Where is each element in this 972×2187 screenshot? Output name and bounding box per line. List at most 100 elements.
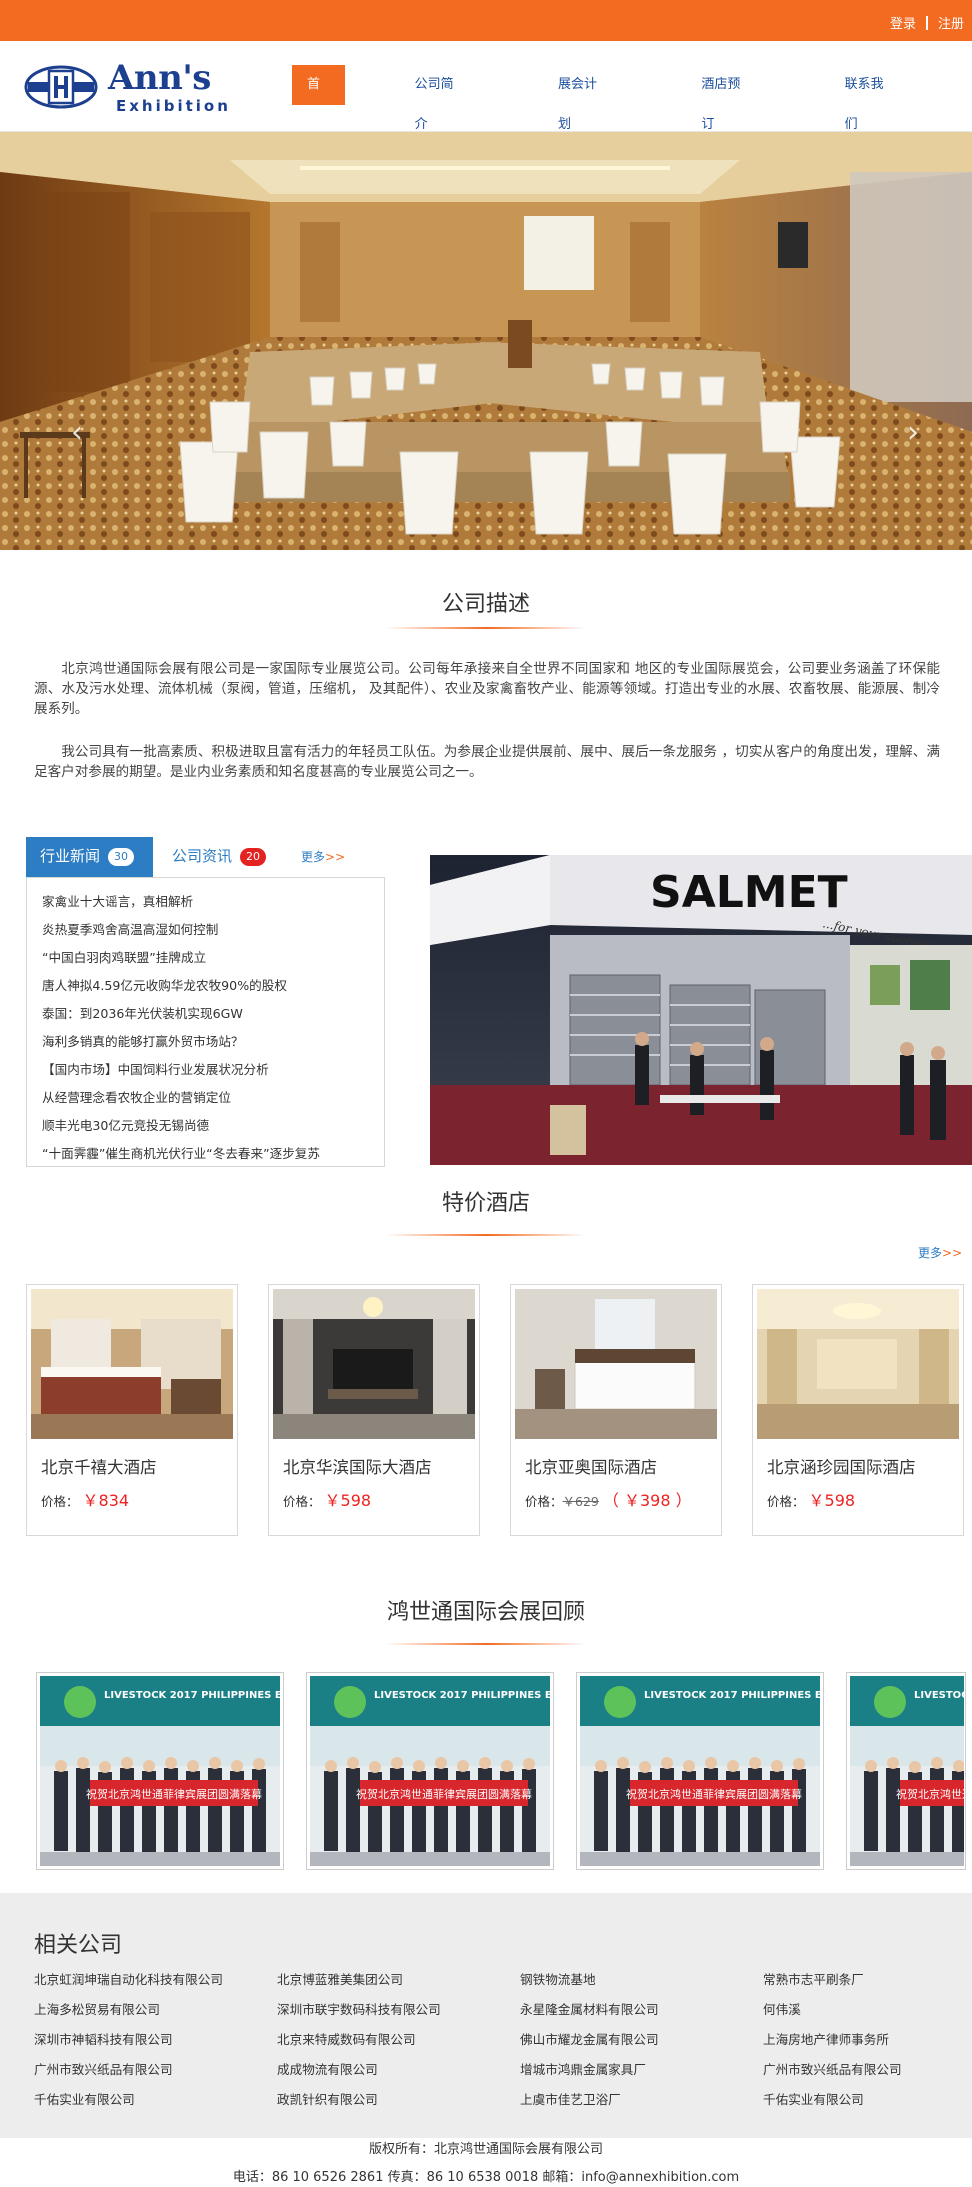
hotel-price-value: 598: [824, 1491, 856, 1510]
tab-company-news[interactable]: 公司资讯 20: [172, 837, 267, 877]
related-company-link[interactable]: 广州市致兴纸品有限公司: [34, 2055, 223, 2085]
related-company-link[interactable]: 深圳市联宇数码科技有限公司: [277, 1995, 441, 2025]
expo-photo-image: SALMET ...for your success: [430, 855, 972, 1165]
hotel-photo: [515, 1289, 717, 1439]
review-group-banner: 祝贺北京鸿世通菲律宾展团圆满落幕: [86, 1787, 262, 1801]
hotel-price: 价格： ￥598: [283, 1487, 371, 1511]
hotel-card[interactable]: 北京华滨国际大酒店 价格： ￥598: [268, 1284, 480, 1536]
review-title: 鸿世通国际会展回顾: [386, 1600, 585, 1625]
hotel-price-value: 398: [639, 1491, 671, 1510]
related-company-link[interactable]: 千佑实业有限公司: [34, 2085, 223, 2115]
hotel-card[interactable]: 北京亚奥国际酒店 价格：￥629 （ ￥398 ）: [510, 1284, 722, 1536]
related-company-link[interactable]: 政凯针织有限公司: [277, 2085, 441, 2115]
news-item[interactable]: 家禽业十大谣言，真相解析: [42, 888, 384, 916]
nav-item[interactable]: 联系我们: [829, 65, 906, 132]
auth-links: 登录 注册: [890, 13, 964, 32]
related-company-link[interactable]: 北京来特威数码有限公司: [277, 2025, 441, 2055]
news-item[interactable]: 【国内市场】中国饲料行业发展状况分析: [42, 1056, 384, 1084]
news-item[interactable]: 炎热夏季鸡舍高温高湿如何控制: [42, 916, 384, 944]
hotel-price-value: 598: [340, 1491, 372, 1510]
logo-subtitle: Exhibition: [116, 97, 231, 115]
review-banner-text: LIVESTOCK 2017 PHILIPPINES EXPO: [914, 1690, 964, 1701]
hotel-price-value: 834: [98, 1491, 130, 1510]
hotel-card[interactable]: 北京千禧大酒店 价格： ￥834: [26, 1284, 238, 1536]
review-title-underline: [386, 1643, 586, 1645]
logo-emblem-icon: [24, 65, 98, 109]
hotel-name: 北京亚奥国际酒店: [525, 1458, 657, 1477]
news-item[interactable]: 泰国：到2036年光伏装机实现6GW: [42, 1000, 384, 1028]
related-company-link[interactable]: 上虞市佳艺卫浴厂: [520, 2085, 659, 2115]
hotel-price-label: 价格：: [283, 1494, 321, 1509]
related-company-link[interactable]: 何伟溪: [763, 1995, 902, 2025]
hotel-photo: [757, 1289, 959, 1439]
related-company-link[interactable]: 增城市鸿鼎金属家具厂: [520, 2055, 659, 2085]
related-company-link[interactable]: 成成物流有限公司: [277, 2055, 441, 2085]
register-link[interactable]: 注册: [938, 13, 964, 32]
about-title: 公司描述: [441, 592, 530, 617]
news-item[interactable]: “十面霁霾”催生商机光伏行业“冬去春来”逐步复苏: [42, 1140, 384, 1168]
nav-item[interactable]: 展会计划: [542, 65, 619, 132]
hotel-price-currency: ￥: [82, 1491, 99, 1510]
related-title: 相关公司: [34, 1933, 123, 1958]
review-card[interactable]: LIVESTOCK 2017 PHILIPPINES EXPO 祝贺北京鸿世通菲律…: [846, 1672, 966, 1870]
related-company-link[interactable]: 钢铁物流基地: [520, 1965, 659, 1995]
hotel-photo: [273, 1289, 475, 1439]
related-companies: 相关公司 北京虹润坤瑞自动化科技有限公司 上海多松贸易有限公司 深圳市神韬科技有限公…: [0, 1893, 972, 2138]
hero-next-arrow[interactable]: ›: [902, 418, 924, 448]
hotel-price-paren-close: ）: [670, 1491, 692, 1510]
review-photo: LIVESTOCK 2017 PHILIPPINES EXPO 祝贺北京鸿世通菲律…: [850, 1676, 964, 1866]
related-company-link[interactable]: 北京虹润坤瑞自动化科技有限公司: [34, 1965, 223, 1995]
auth-divider: [925, 15, 928, 30]
news-tabs: 行业新闻 30 公司资讯 20 更多>>: [26, 837, 386, 877]
logo-name: Ann's: [108, 58, 211, 98]
related-company-link[interactable]: 永星隆金属材料有限公司: [520, 1995, 659, 2025]
hero-prev-arrow[interactable]: ‹: [66, 418, 88, 448]
review-card[interactable]: LIVESTOCK 2017 PHILIPPINES EXPO 祝贺北京鸿世通菲律…: [36, 1672, 284, 1870]
related-company-link[interactable]: 千佑实业有限公司: [763, 2085, 902, 2115]
news-item[interactable]: 顺丰光电30亿元竞投无锡尚德: [42, 1112, 384, 1140]
hotel-price: 价格： ￥598: [767, 1487, 855, 1511]
related-company-link[interactable]: 佛山市耀龙金属有限公司: [520, 2025, 659, 2055]
related-company-link[interactable]: 上海房地产律师事务所: [763, 2025, 902, 2055]
news-item[interactable]: 唐人神拟4.59亿元收购华龙农牧90%的股权: [42, 972, 384, 1000]
footer-copyright: 版权所有：北京鸿世通国际会展有限公司: [368, 2142, 603, 2157]
review-banner-text: LIVESTOCK 2017 PHILIPPINES EXPO: [104, 1690, 280, 1701]
hotel-price: 价格： ￥834: [41, 1487, 129, 1511]
review-card[interactable]: LIVESTOCK 2017 PHILIPPINES EXPO 祝贺北京鸿世通菲律…: [576, 1672, 824, 1870]
related-company-link[interactable]: 广州市致兴纸品有限公司: [763, 2055, 902, 2085]
tab-company-news-count: 20: [240, 848, 267, 866]
about-title-underline: [386, 627, 586, 629]
tab-company-news-label: 公司资讯: [172, 847, 233, 865]
site-logo[interactable]: Ann's Exhibition: [24, 59, 254, 115]
tab-industry-news[interactable]: 行业新闻 30: [26, 837, 153, 877]
related-company-link[interactable]: 深圳市神韬科技有限公司: [34, 2025, 223, 2055]
hotel-price: 价格：￥629 （ ￥398 ）: [525, 1487, 692, 1511]
hotel-card[interactable]: 北京涵珍园国际酒店 价格： ￥598: [752, 1284, 964, 1536]
news-more-label: 更多: [301, 850, 326, 864]
news-item[interactable]: 海利多销真的能够打赢外贸市场站？: [42, 1028, 384, 1056]
review-card[interactable]: LIVESTOCK 2017 PHILIPPINES EXPO 祝贺北京鸿世通菲律…: [306, 1672, 554, 1870]
nav-item[interactable]: 公司简介: [399, 65, 476, 132]
news-list: 家禽业十大谣言，真相解析 炎热夏季鸡舍高温高湿如何控制 “中国白羽肉鸡联盟”挂牌成立…: [27, 878, 384, 1168]
related-column: 北京虹润坤瑞自动化科技有限公司 上海多松贸易有限公司 深圳市神韬科技有限公司 广州市致…: [34, 1965, 223, 2115]
main-nav: 首页 公司简介 展会计划 酒店预订 联系我们: [292, 65, 972, 132]
site-header: Ann's Exhibition 首页 公司简介 展会计划 酒店预订 联系我们: [0, 41, 972, 132]
nav-item[interactable]: 酒店预订: [685, 65, 762, 132]
review-banner-text: LIVESTOCK 2017 PHILIPPINES EXPO: [374, 1690, 550, 1701]
news-more-link[interactable]: 更多>>: [301, 837, 345, 877]
hero-slide-image: [0, 132, 972, 550]
hotels-more-link[interactable]: 更多>>: [918, 1244, 962, 1261]
hotel-name: 北京涵珍园国际酒店: [767, 1458, 916, 1477]
expo-photo: SALMET ...for your success: [430, 855, 972, 1165]
nav-item[interactable]: 首页: [292, 65, 345, 132]
news-item[interactable]: “中国白羽肉鸡联盟”挂牌成立: [42, 944, 384, 972]
login-link[interactable]: 登录: [890, 13, 916, 32]
related-company-link[interactable]: 北京博蓝雅美集团公司: [277, 1965, 441, 1995]
tab-industry-news-label: 行业新闻: [40, 847, 101, 865]
review-photo: LIVESTOCK 2017 PHILIPPINES EXPO 祝贺北京鸿世通菲律…: [40, 1676, 282, 1866]
news-item[interactable]: 从经营理念看农牧企业的营销定位: [42, 1084, 384, 1112]
hotel-price-currency: ￥: [623, 1491, 640, 1510]
related-company-link[interactable]: 上海多松贸易有限公司: [34, 1995, 223, 2025]
expo-sign-text: SALMET: [650, 867, 848, 918]
related-company-link[interactable]: 常熟市志平刷条厂: [763, 1965, 902, 1995]
